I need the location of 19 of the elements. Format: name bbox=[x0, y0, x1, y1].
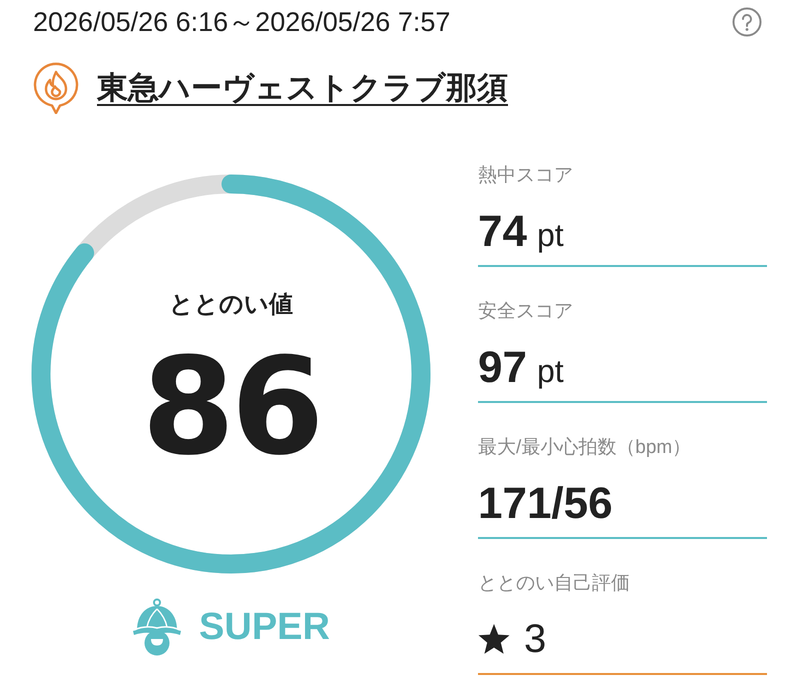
metric-label: 熱中スコア bbox=[478, 164, 574, 188]
metric-unit: pt bbox=[536, 355, 564, 388]
star-icon bbox=[478, 624, 510, 654]
metric-unit: pt bbox=[536, 219, 564, 252]
metric-value: 74 bbox=[478, 210, 527, 254]
metric-value: 97 bbox=[478, 346, 527, 390]
metric-label: ととのい自己評価 bbox=[478, 572, 631, 596]
date-range-text: 2026/05/26 6:16～2026/05/26 7:57 bbox=[33, 6, 450, 39]
flame-pin-icon bbox=[33, 62, 79, 114]
metric-label: 安全スコア bbox=[478, 300, 574, 324]
help-icon[interactable] bbox=[732, 7, 762, 37]
metric-label: 最大/最小心拍数（bpm） bbox=[478, 436, 692, 460]
rating-value: 3 bbox=[524, 619, 546, 659]
score-value: 86 bbox=[142, 340, 320, 474]
score-label: ととのい値 bbox=[168, 290, 294, 320]
facility-link[interactable]: 東急ハーヴェストクラブ那須 bbox=[97, 68, 508, 108]
rank-label: SUPER bbox=[199, 608, 330, 646]
metric-value: 171/56 bbox=[478, 482, 613, 526]
sauna-hat-icon bbox=[132, 598, 182, 656]
